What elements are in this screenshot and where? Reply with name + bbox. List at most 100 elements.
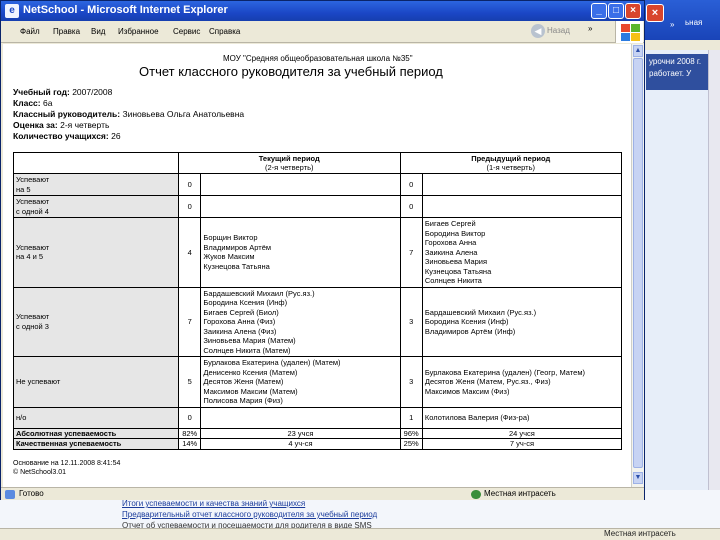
row-label-line: Успевают	[16, 175, 50, 184]
current-students	[200, 173, 401, 196]
footer-version: © NetSchool3.01	[13, 469, 67, 476]
info-period-value: 2-я четверть	[60, 120, 110, 130]
student-name: Бурлакова Екатерина (удален) (Матем)	[203, 358, 341, 367]
ie-window: e NetSchool - Microsoft Internet Explore…	[0, 0, 645, 500]
row-label-line: Успевают	[16, 312, 50, 322]
previous-count: 7	[399, 217, 423, 288]
bg-menu-chevron[interactable]: »	[670, 20, 674, 29]
student-name: Бардашевский Михаил (Рус.яз.)	[203, 288, 315, 298]
table-body: Успевают на 5 0 0 Успевают с одной 4 0 0 Успеваю…	[12, 173, 623, 429]
student-name: Бородина Виктор	[424, 228, 486, 238]
bg-status-zone: Местная интрасеть	[604, 529, 676, 538]
quality-previous-pct: 25%	[399, 438, 423, 450]
row-label: Успевают на 5	[12, 173, 180, 196]
table-row: Успевают на 500	[12, 173, 623, 196]
close-button[interactable]: ×	[625, 3, 641, 19]
student-name: Заикина Алена	[424, 247, 478, 257]
window-title: NetSchool - Microsoft Internet Explorer	[23, 4, 228, 16]
row-label-line: на 4 и 5	[16, 252, 44, 262]
student-name: Бардашевский Михаил (Рус.яз.)	[424, 307, 537, 317]
vertical-scrollbar[interactable]: ▲ ▼	[631, 44, 644, 487]
student-name: Зиновьева Мария (Матем)	[203, 336, 296, 345]
back-button[interactable]: ◀ Назад	[531, 24, 570, 40]
menu-help[interactable]: Справка	[209, 27, 240, 36]
student-name: Десятов Женя (Матем)	[203, 377, 284, 386]
row-label: Не успевают	[12, 356, 180, 408]
intranet-zone-icon	[471, 490, 481, 499]
info-class-value: 6а	[42, 98, 53, 108]
menu-view[interactable]: Вид	[91, 27, 105, 36]
previous-students: Бурлакова Екатерина (удален) (Геогр, Мат…	[421, 356, 623, 408]
current-count: 4	[178, 217, 202, 288]
current-count: 7	[178, 286, 202, 357]
student-name: Бородина Ксения (Инф)	[424, 317, 509, 326]
info-year-label: Учебный год:	[13, 87, 70, 97]
table-row-quality: Качественная успеваемость 14% 4 уч-ся 25…	[12, 438, 623, 450]
absolute-previous-count: 24 учся	[421, 427, 623, 439]
current-count: 5	[178, 356, 202, 408]
header-previous: Предыдущий период (1-я четверть)	[399, 152, 622, 174]
previous-count: 0	[399, 173, 423, 196]
student-name: Горохова Анна (Физ)	[203, 317, 276, 326]
header-current-title: Текущий период	[258, 153, 320, 163]
header-current-sub: (2-я четверть)	[265, 163, 314, 172]
menu-tools[interactable]: Сервис	[173, 27, 200, 36]
bg-tab-text[interactable]: ьная	[685, 18, 702, 27]
quality-label: Качественная успеваемость	[12, 438, 180, 450]
row-label-line: с одной 3	[16, 321, 49, 331]
bg-link-1[interactable]: Итоги успеваемости и качества знаний уча…	[122, 499, 305, 508]
student-name: Кузнецова Татьяна	[203, 261, 270, 271]
row-label-line: н/о	[16, 412, 27, 422]
row-label-line: Не успевают	[16, 377, 61, 386]
scroll-down-icon[interactable]: ▼	[633, 472, 643, 484]
status-zone: Местная интрасеть	[484, 489, 556, 498]
ie-icon: e	[5, 4, 19, 18]
bg-toolbar	[640, 40, 720, 50]
status-text: Готово	[19, 489, 44, 498]
student-name: Владимиров Артём (Инф)	[424, 326, 516, 336]
toolbar-chevron-icon[interactable]: »	[588, 24, 592, 33]
scroll-thumb[interactable]	[633, 58, 643, 468]
table-row-absolute: Абсолютная успеваемость 82% 23 учся 96% …	[12, 427, 623, 439]
student-name: Денисенко Ксения (Матем)	[203, 367, 298, 377]
previous-count: 0	[399, 195, 423, 218]
student-name: Максимов Максим (Матем)	[203, 386, 298, 396]
bg-news-banner[interactable]: урочни 2008 г. работает. У	[646, 54, 716, 90]
current-students	[200, 406, 401, 429]
absolute-current-count: 23 учся	[200, 427, 401, 439]
table-row: Успевают с одной 400	[12, 195, 623, 218]
bg-close-button[interactable]: ×	[646, 4, 664, 22]
menu-edit[interactable]: Правка	[53, 27, 80, 36]
row-label: Успевают на 4 и 5	[12, 217, 180, 288]
info-teacher-label: Классный руководитель:	[13, 109, 121, 119]
current-count: 0	[178, 406, 202, 429]
minimize-button[interactable]: _	[591, 3, 607, 19]
maximize-button[interactable]: □	[608, 3, 624, 19]
info-period-label: Оценка за:	[13, 120, 58, 130]
bg-scrollbar[interactable]	[708, 50, 720, 490]
absolute-label: Абсолютная успеваемость	[12, 427, 180, 439]
absolute-current-pct: 82%	[178, 427, 202, 439]
info-year-value: 2007/2008	[72, 87, 113, 97]
info-year: Учебный год: 2007/2008	[13, 87, 112, 97]
menubar: Файл Правка Вид Избранное Сервис Справка…	[1, 21, 644, 43]
info-period: Оценка за: 2-я четверть	[13, 120, 109, 130]
absolute-previous-pct: 96%	[399, 427, 423, 439]
menu-favorites[interactable]: Избранное	[118, 27, 159, 36]
report-title: Отчет классного руководителя за учебный …	[139, 64, 443, 79]
table-row: Успевают на 4 и 5 4 Борщин Виктор Владимиров…	[12, 217, 623, 288]
scroll-up-icon[interactable]: ▲	[633, 45, 643, 57]
previous-students	[421, 173, 623, 196]
previous-count: 3	[399, 356, 423, 408]
bg-link-2[interactable]: Предварительный отчет классного руководи…	[122, 510, 377, 519]
bg-banner-line1: урочни 2008 г.	[649, 57, 702, 66]
info-class: Класс: 6а	[13, 98, 52, 108]
student-name: Борщин Виктор	[203, 233, 258, 243]
header-previous-sub: (1-я четверть)	[486, 163, 536, 172]
student-name: Полисова Мария (Физ)	[203, 396, 283, 405]
student-name: Максимов Максим (Физ)	[424, 386, 510, 396]
previous-students: Колотилова Валерия (Физ-ра)	[421, 406, 623, 429]
previous-count: 3	[399, 286, 423, 357]
menu-file[interactable]: Файл	[20, 27, 40, 36]
current-students	[200, 195, 401, 218]
